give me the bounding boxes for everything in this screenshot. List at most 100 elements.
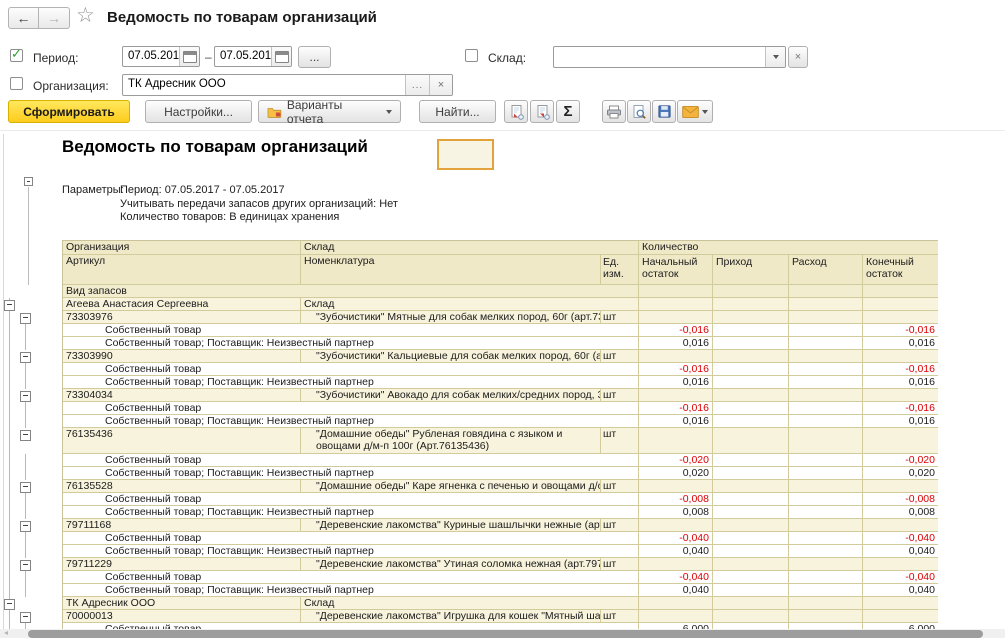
send-email-button[interactable] (677, 100, 713, 123)
col-header-end-balance: Конечный остаток (863, 255, 938, 285)
back-button[interactable]: ← (8, 7, 39, 29)
period-to-value[interactable]: 07.05.2017 (215, 47, 271, 66)
collapse-group-expander[interactable] (4, 599, 15, 610)
organization-cell: Агеева Анастасия Сергеевна (63, 298, 301, 311)
stock-detail-cell: Собственный товар; Поставщик: Неизвестны… (63, 584, 639, 597)
group-tree-margin (0, 389, 62, 402)
expand-groups-button[interactable] (504, 100, 528, 123)
collapse-group-expander[interactable] (20, 313, 31, 324)
empty-qty-cell (863, 389, 938, 402)
table-row-group: Агеева Анастасия СергеевнаСклад (0, 298, 938, 311)
table-row-item: 76135436"Домашние обеды" Рубленая говяди… (0, 428, 938, 454)
income-cell (713, 467, 789, 480)
envelope-icon (682, 106, 699, 118)
row-cells: Собственный товар-0,020-0,020 (62, 454, 938, 467)
group-tree-margin (0, 454, 62, 467)
warehouse-dropdown-button[interactable] (765, 47, 785, 67)
save-button[interactable] (652, 100, 676, 123)
print-preview-button[interactable] (627, 100, 651, 123)
forward-button[interactable]: → (39, 7, 70, 29)
row-cells: Собственный товар-0,040-0,040 (62, 532, 938, 545)
collapse-group-expander[interactable] (20, 430, 31, 441)
col-header-organization: Организация (63, 240, 301, 255)
empty-qty-cell (639, 558, 713, 571)
group-tree-margin (0, 584, 62, 597)
group-tree-margin (0, 545, 62, 558)
article-cell: 73303990 (63, 350, 301, 363)
income-cell (713, 324, 789, 337)
organization-value[interactable]: ТК Адресник ООО (123, 75, 405, 95)
empty-qty-cell (713, 519, 789, 532)
organization-clear-button[interactable]: × (429, 75, 452, 95)
income-cell (713, 584, 789, 597)
settings-button[interactable]: Настройки... (145, 100, 252, 123)
group-tree-margin (0, 506, 62, 519)
collapse-groups-button[interactable] (530, 100, 554, 123)
nomenclature-cell: "Домашние обеды" Рубленая говядина с язы… (301, 428, 601, 454)
col-header-nomenclature: Номенклатура (301, 255, 601, 285)
generate-button[interactable]: Сформировать (8, 100, 130, 123)
empty-qty-cell (789, 350, 863, 363)
warehouse-clear-button[interactable]: × (788, 46, 808, 68)
collapse-group-expander[interactable] (20, 352, 31, 363)
article-cell: 79711168 (63, 519, 301, 532)
warehouse-value[interactable] (554, 47, 765, 67)
empty-qty-cell (639, 480, 713, 493)
calendar-picker-button[interactable] (179, 47, 199, 66)
group-tree-margin (0, 255, 62, 285)
start-balance-cell: 0,016 (639, 376, 713, 389)
table-header-row-2: Артикул Номенклатура Ед. изм. Начальный … (0, 255, 938, 285)
organization-checkbox[interactable] (10, 77, 23, 90)
table-row-sub: Собственный товар; Поставщик: Неизвестны… (0, 467, 938, 480)
empty-qty-cell (863, 298, 938, 311)
empty-qty-cell (789, 428, 863, 454)
find-button[interactable]: Найти... (419, 100, 496, 123)
period-to-input[interactable]: 07.05.2017 (214, 46, 292, 67)
table-row-vid: Вид запасов (0, 285, 938, 298)
horizontal-scrollbar[interactable] (0, 629, 1005, 638)
selected-cell-box[interactable] (437, 139, 494, 170)
empty-qty-cell (639, 285, 713, 298)
favorite-star-icon[interactable]: ☆ (76, 3, 95, 28)
col-header-income: Приход (713, 255, 789, 285)
print-button[interactable] (602, 100, 626, 123)
warehouse-combo[interactable] (553, 46, 786, 68)
report-variants-button[interactable]: Варианты отчета (258, 100, 401, 123)
collapse-group-expander[interactable] (20, 521, 31, 532)
unit-cell: шт (601, 519, 639, 532)
period-checkbox[interactable]: ✓ (10, 49, 23, 62)
page-title: Ведомость по товарам организаций (107, 9, 377, 26)
sum-button[interactable]: Σ (556, 100, 580, 123)
period-label: Период: (33, 51, 78, 65)
period-more-button[interactable]: ... (298, 46, 331, 68)
row-cells: Собственный товар-0,016-0,016 (62, 324, 938, 337)
empty-qty-cell (863, 428, 938, 454)
organization-input[interactable]: ТК Адресник ООО ... × (122, 74, 453, 96)
table-row-item: 79711229"Деревенские лакомства" Утиная с… (0, 558, 938, 571)
warehouse-label: Склад: (488, 51, 526, 65)
calendar-picker-button[interactable] (271, 47, 291, 66)
collapse-group-expander[interactable] (20, 560, 31, 571)
col-header-expense: Расход (789, 255, 863, 285)
end-balance-cell: -0,008 (863, 493, 938, 506)
period-from-input[interactable]: 07.05.2017 (122, 46, 200, 67)
col-header-unit: Ед. изм. (601, 255, 639, 285)
collapse-group-expander[interactable] (20, 391, 31, 402)
table-row-sub: Собственный товар-0,040-0,040 (0, 571, 938, 584)
collapse-group-expander[interactable] (20, 482, 31, 493)
organization-select-button[interactable]: ... (405, 75, 429, 95)
scrollbar-thumb[interactable] (28, 630, 983, 638)
collapse-group-expander[interactable] (20, 612, 31, 623)
nomenclature-cell: "Домашние обеды" Каре ягненка с печенью … (301, 480, 601, 493)
row-cells: Собственный товар; Поставщик: Неизвестны… (62, 545, 938, 558)
warehouse-checkbox[interactable] (465, 49, 478, 62)
scroll-left-arrow-icon[interactable] (4, 631, 8, 635)
collapse-report-expander[interactable] (24, 177, 33, 186)
collapse-group-expander[interactable] (4, 300, 15, 311)
income-cell (713, 493, 789, 506)
period-from-value[interactable]: 07.05.2017 (123, 47, 179, 66)
end-balance-cell: 0,040 (863, 584, 938, 597)
empty-qty-cell (639, 389, 713, 402)
row-cells: 73304034"Зубочистики" Авокадо для собак … (62, 389, 938, 402)
group-tree-margin (0, 558, 62, 571)
